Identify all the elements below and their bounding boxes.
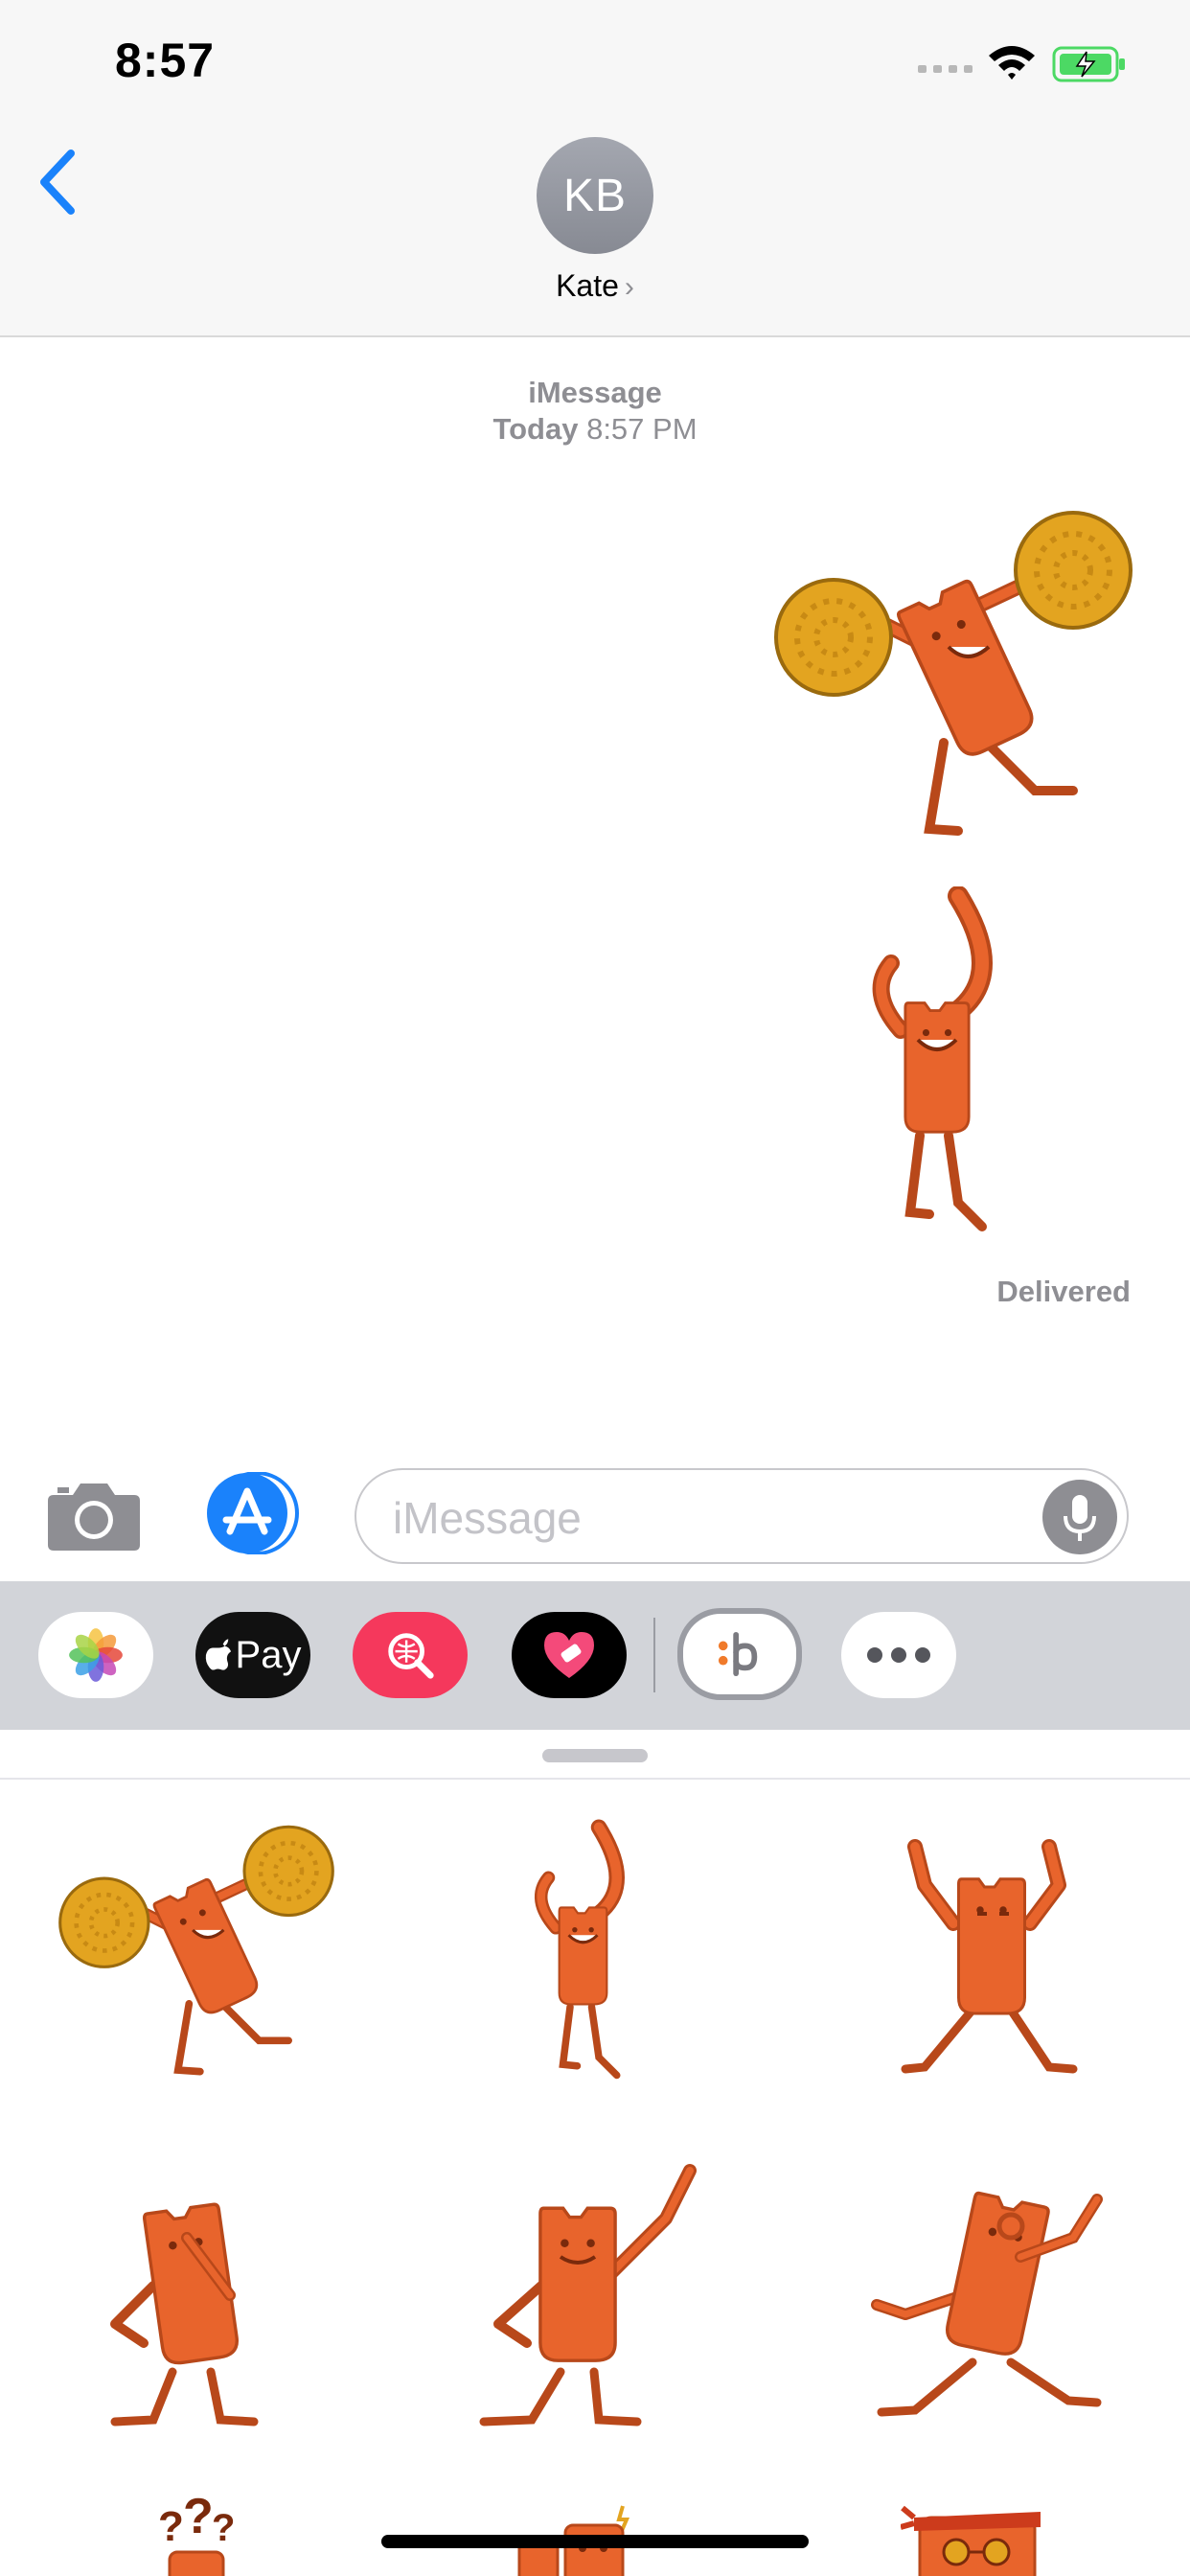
contact-avatar[interactable]: KB: [537, 137, 653, 254]
home-indicator[interactable]: [381, 2535, 809, 2548]
image-search-button[interactable]: [353, 1612, 468, 1698]
question-mark-sticker[interactable]: ? ? ?: [149, 2496, 244, 2576]
wifi-icon: [989, 46, 1035, 80]
app-store-icon[interactable]: [201, 1472, 305, 1554]
contact-name-label: Kate: [556, 268, 619, 303]
sticker-browser: ? ? ?: [0, 1730, 1190, 2576]
apple-pay-button[interactable]: Pay: [195, 1612, 310, 1698]
ok-hand-sticker[interactable]: [867, 2151, 1126, 2429]
heart-app-icon: [544, 1632, 594, 1678]
flexing-arm-sticker[interactable]: [862, 886, 1016, 1241]
message-input[interactable]: [391, 1491, 1008, 1545]
cheerleader-pompoms-sticker[interactable]: [53, 1818, 340, 2086]
flexing-arm-sticker[interactable]: [527, 1818, 642, 2088]
photos-app-button[interactable]: [38, 1612, 153, 1698]
message-timestamp: Today 8:57 PM: [0, 412, 1190, 447]
svg-text:?: ?: [158, 2503, 184, 2550]
apple-pay-label: Pay: [235, 1633, 302, 1676]
thinking-sticker[interactable]: [96, 2151, 287, 2429]
more-apps-button[interactable]: [841, 1612, 956, 1698]
message-input-field[interactable]: [355, 1468, 1129, 1564]
image-search-icon: [388, 1633, 434, 1679]
service-label: iMessage: [528, 376, 662, 409]
svg-text:?: ?: [212, 2507, 235, 2549]
panel-separator: [0, 1778, 1190, 1780]
delivery-status: Delivered: [996, 1275, 1131, 1308]
cheerleader-pompoms-sticker[interactable]: [767, 503, 1140, 848]
status-time: 8:57: [115, 34, 216, 87]
svg-text:?: ?: [183, 2496, 214, 2544]
microphone-button[interactable]: [1042, 1480, 1117, 1554]
back-chevron-icon[interactable]: [29, 144, 86, 220]
heart-app-button[interactable]: [512, 1612, 627, 1698]
battery-icon: [1052, 46, 1125, 82]
contact-name-button[interactable]: Kate ›: [498, 268, 692, 304]
photos-icon: [69, 1628, 123, 1682]
pointing-up-sticker[interactable]: [474, 2151, 704, 2429]
app-drawer: Pay: [0, 1581, 1190, 1730]
drawer-divider: [653, 1618, 655, 1692]
microphone-icon: [1064, 1495, 1096, 1541]
panel-grabber[interactable]: [542, 1749, 648, 1762]
sticker-app-button[interactable]: [677, 1608, 802, 1700]
timestamp-time: 8:57 PM: [586, 412, 698, 446]
timestamp-day: Today: [492, 412, 579, 446]
more-apps-icon: [867, 1647, 930, 1663]
bandana-sunglasses-sticker[interactable]: [901, 2496, 1054, 2576]
sticker-app-icon: [718, 1631, 758, 1677]
camera-icon[interactable]: [46, 1476, 142, 1552]
cellular-signal-icon: [918, 56, 977, 73]
dancing-sticker[interactable]: [886, 1818, 1097, 2086]
chevron-right-icon: ›: [624, 271, 634, 303]
apple-pay-icon: [205, 1639, 231, 1670]
